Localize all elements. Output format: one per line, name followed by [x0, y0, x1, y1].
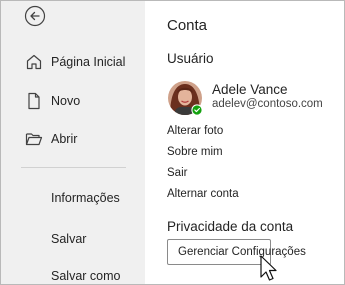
- sidebar-item-label: Novo: [51, 94, 81, 108]
- sidebar-item-info[interactable]: Informações: [51, 191, 120, 205]
- sidebar-item-open[interactable]: Abrir: [1, 125, 145, 153]
- new-document-icon: [25, 92, 43, 110]
- page-title: Conta: [167, 17, 208, 34]
- user-section-heading: Usuário: [167, 51, 214, 66]
- manage-settings-button[interactable]: Gerenciar Configurações: [167, 239, 306, 265]
- user-email: adelev@contoso.com: [212, 98, 323, 110]
- avatar: [167, 80, 203, 116]
- account-pane: Conta Usuário Adele Vance adelev@contoso…: [145, 1, 344, 284]
- sidebar-item-home[interactable]: Página Inicial: [1, 48, 145, 76]
- sign-out-link[interactable]: Sair: [167, 167, 187, 179]
- switch-account-link[interactable]: Alternar conta: [167, 188, 239, 200]
- home-icon: [25, 53, 43, 71]
- sidebar-item-label: Página Inicial: [51, 55, 126, 69]
- app-window: Página Inicial Novo Abrir Informações Sa…: [0, 0, 345, 285]
- about-me-link[interactable]: Sobre mim: [167, 146, 223, 158]
- back-arrow-icon: [24, 5, 46, 27]
- user-name: Adele Vance: [212, 82, 288, 97]
- sidebar-item-save-as[interactable]: Salvar como: [51, 269, 120, 283]
- manage-settings-label: Gerenciar Configurações: [178, 246, 306, 258]
- back-button[interactable]: [24, 5, 46, 27]
- mouse-pointer-icon: [259, 255, 281, 284]
- sidebar-item-label: Abrir: [51, 132, 78, 146]
- change-photo-link[interactable]: Alterar foto: [167, 125, 223, 137]
- sidebar-item-save[interactable]: Salvar: [51, 232, 86, 246]
- sidebar-item-new[interactable]: Novo: [1, 87, 145, 115]
- backstage-sidebar: Página Inicial Novo Abrir Informações Sa…: [1, 1, 145, 284]
- open-folder-icon: [25, 130, 43, 148]
- sidebar-divider: [21, 167, 126, 168]
- presence-available-icon: [192, 105, 202, 115]
- privacy-section-heading: Privacidade da conta: [167, 219, 294, 234]
